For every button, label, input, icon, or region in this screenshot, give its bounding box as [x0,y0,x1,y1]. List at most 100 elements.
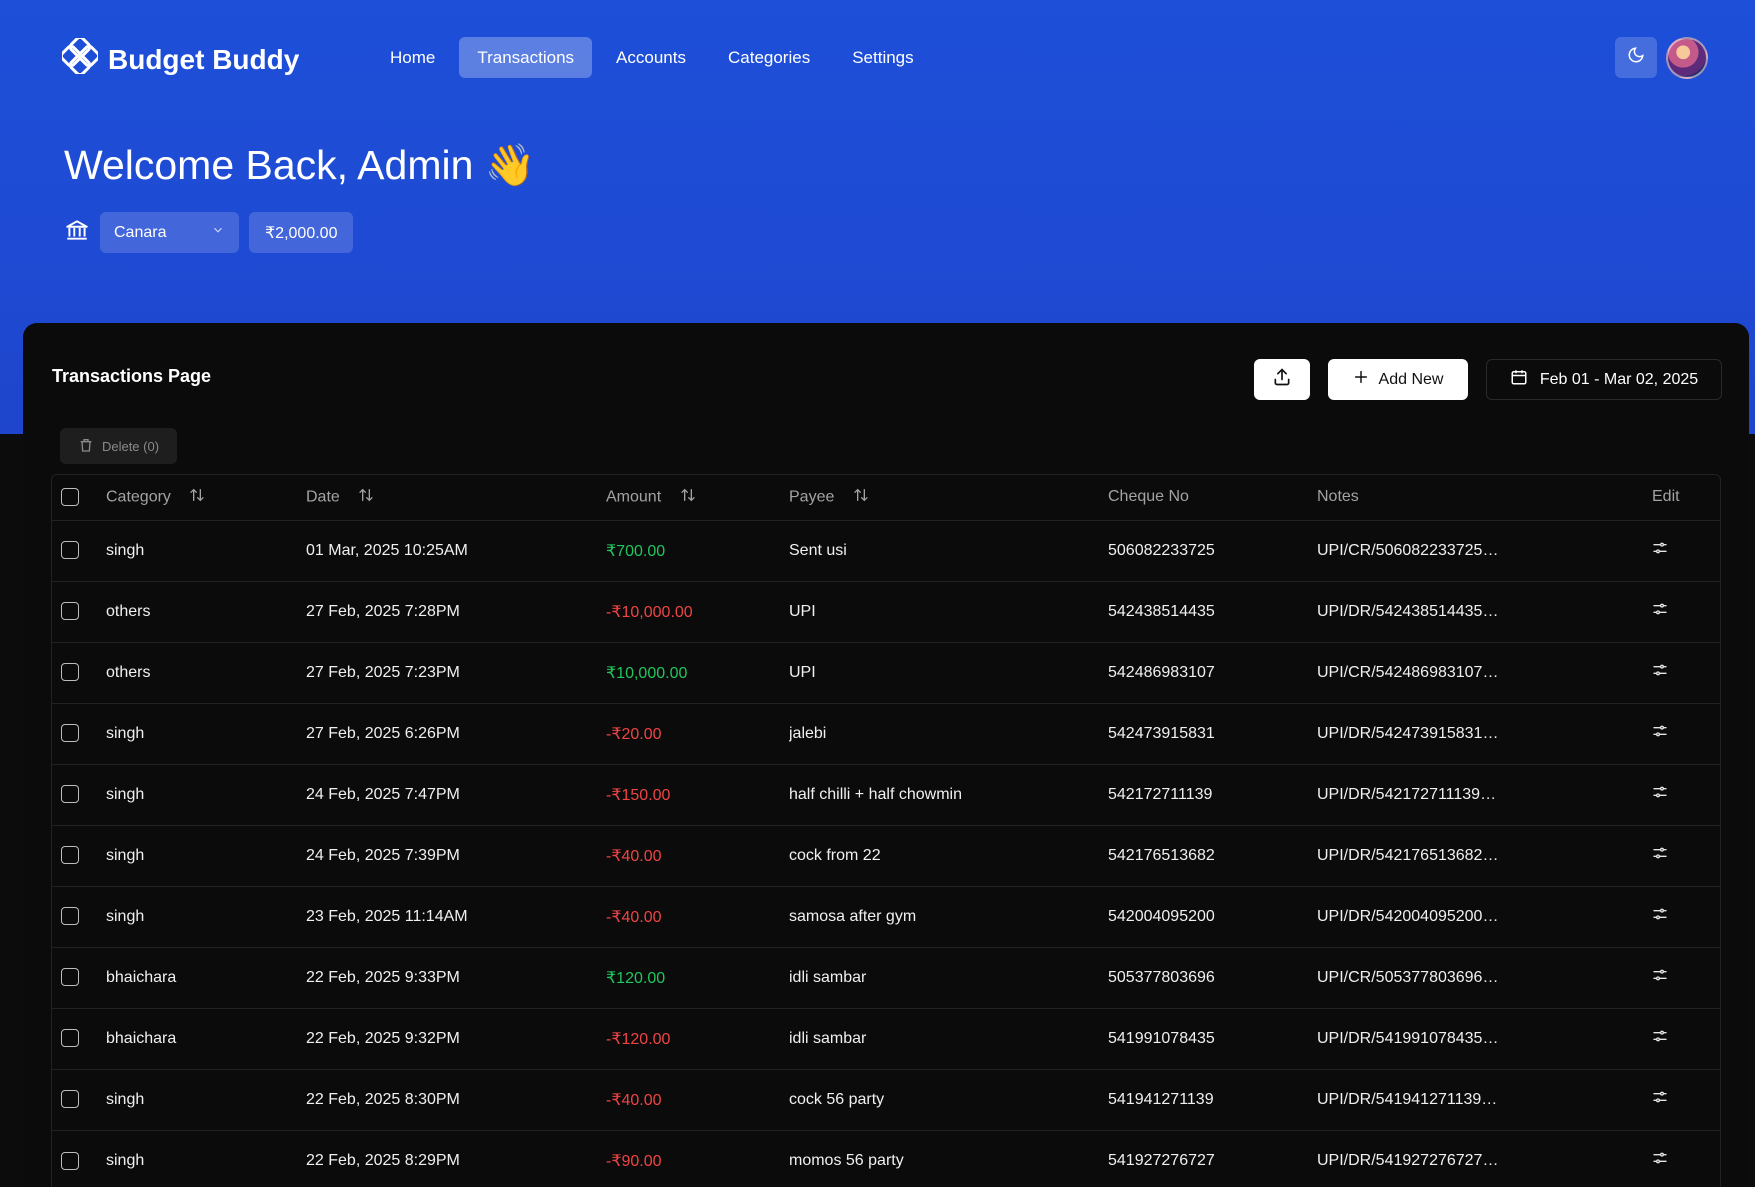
sort-icon[interactable] [853,487,869,508]
column-header-category[interactable]: Category [106,475,306,520]
cell-date: 27 Feb, 2025 7:28PM [306,580,606,642]
date-range-picker[interactable]: Feb 01 - Mar 02, 2025 [1486,359,1722,400]
transactions-table: Category Date Amount Payee Cheque No Not… [51,474,1721,1187]
cell-notes: UPI/DR/542176513682… [1317,824,1652,886]
account-balance: ₹2,000.00 [249,212,354,253]
cell-cheque: 541941271139 [1108,1068,1317,1130]
cell-cheque: 542438514435 [1108,580,1317,642]
cell-date: 27 Feb, 2025 6:26PM [306,702,606,764]
sort-icon[interactable] [680,487,696,508]
cell-amount: -₹90.00 [606,1129,789,1187]
cell-category: singh [106,702,306,764]
row-checkbox[interactable] [61,785,79,804]
row-checkbox[interactable] [61,663,79,682]
table-row[interactable]: others 27 Feb, 2025 7:28PM -₹10,000.00 U… [52,580,1720,642]
table-row[interactable]: singh 24 Feb, 2025 7:47PM -₹150.00 half … [52,763,1720,825]
row-checkbox[interactable] [61,907,79,926]
welcome-heading: Welcome Back, Admin 👋 [64,142,536,188]
add-new-button[interactable]: Add New [1328,359,1468,400]
column-header-amount[interactable]: Amount [606,475,789,520]
brand-name: Budget Buddy [108,43,300,75]
edit-sliders-icon[interactable] [1652,908,1668,926]
sort-icon[interactable] [358,487,374,508]
table-row[interactable]: bhaichara 22 Feb, 2025 9:33PM ₹120.00 id… [52,946,1720,1008]
table-row[interactable]: singh 22 Feb, 2025 8:29PM -₹90.00 momos … [52,1129,1720,1187]
cell-notes: UPI/DR/542438514435… [1317,580,1652,642]
cell-date: 22 Feb, 2025 9:32PM [306,1007,606,1069]
sort-icon[interactable] [189,487,205,508]
chevron-down-icon [211,223,225,242]
calendar-icon [1510,368,1528,391]
theme-toggle-button[interactable] [1615,37,1657,78]
nav-accounts[interactable]: Accounts [598,37,704,78]
cell-date: 27 Feb, 2025 7:23PM [306,641,606,703]
table-row[interactable]: singh 23 Feb, 2025 11:14AM -₹40.00 samos… [52,885,1720,947]
cell-date: 22 Feb, 2025 8:29PM [306,1129,606,1187]
cell-cheque: 542473915831 [1108,702,1317,764]
select-all-checkbox[interactable] [61,488,79,507]
row-checkbox[interactable] [61,602,79,621]
cell-amount: -₹10,000.00 [606,580,789,642]
cell-category: singh [106,885,306,947]
table-row[interactable]: singh 24 Feb, 2025 7:39PM -₹40.00 cock f… [52,824,1720,886]
cell-notes: UPI/DR/542172711139… [1317,763,1652,825]
column-header-date[interactable]: Date [306,475,606,520]
cell-notes: UPI/CR/506082233725… [1317,519,1652,581]
edit-sliders-icon[interactable] [1652,786,1668,804]
delete-button[interactable]: Delete (0) [60,428,177,464]
cell-notes: UPI/DR/542473915831… [1317,702,1652,764]
cell-amount: -₹20.00 [606,702,789,764]
cell-date: 24 Feb, 2025 7:47PM [306,763,606,825]
row-checkbox[interactable] [61,846,79,865]
cell-payee: Sent usi [789,519,1108,581]
nav-home[interactable]: Home [372,37,453,78]
cell-category: others [106,580,306,642]
edit-sliders-icon[interactable] [1652,969,1668,987]
row-checkbox[interactable] [61,1029,79,1048]
cell-date: 23 Feb, 2025 11:14AM [306,885,606,947]
cell-category: singh [106,1129,306,1187]
edit-sliders-icon[interactable] [1652,725,1668,743]
table-row[interactable]: singh 22 Feb, 2025 8:30PM -₹40.00 cock 5… [52,1068,1720,1130]
nav-transactions[interactable]: Transactions [459,37,593,78]
table-row[interactable]: others 27 Feb, 2025 7:23PM ₹10,000.00 UP… [52,641,1720,703]
cell-payee: jalebi [789,702,1108,764]
column-header-notes: Notes [1317,488,1359,506]
cell-cheque: 541991078435 [1108,1007,1317,1069]
cell-date: 22 Feb, 2025 9:33PM [306,946,606,1008]
edit-sliders-icon[interactable] [1652,1091,1668,1109]
row-checkbox[interactable] [61,541,79,560]
row-checkbox[interactable] [61,724,79,743]
table-row[interactable]: bhaichara 22 Feb, 2025 9:32PM -₹120.00 i… [52,1007,1720,1069]
brand[interactable]: Budget Buddy [59,35,300,81]
cell-amount: -₹40.00 [606,885,789,947]
cell-cheque: 542176513682 [1108,824,1317,886]
cell-category: bhaichara [106,1007,306,1069]
cell-date: 22 Feb, 2025 8:30PM [306,1068,606,1130]
table-row[interactable]: singh 01 Mar, 2025 10:25AM ₹700.00 Sent … [52,519,1720,581]
nav-categories[interactable]: Categories [710,37,828,78]
cell-cheque: 542486983107 [1108,641,1317,703]
edit-sliders-icon[interactable] [1652,847,1668,865]
account-select[interactable]: Canara [100,212,239,253]
nav-settings[interactable]: Settings [834,37,931,78]
edit-sliders-icon[interactable] [1652,1030,1668,1048]
edit-sliders-icon[interactable] [1652,664,1668,682]
cell-amount: ₹10,000.00 [606,641,789,703]
column-header-payee[interactable]: Payee [789,475,1108,520]
row-checkbox[interactable] [61,1090,79,1109]
delete-label: Delete (0) [101,438,160,454]
cell-category: singh [106,763,306,825]
row-checkbox[interactable] [61,1151,79,1170]
cell-payee: idli sambar [789,1007,1108,1069]
cell-payee: UPI [789,580,1108,642]
row-checkbox[interactable] [61,968,79,987]
table-row[interactable]: singh 27 Feb, 2025 6:26PM -₹20.00 jalebi… [52,702,1720,764]
export-button[interactable] [1254,359,1310,400]
edit-sliders-icon[interactable] [1652,542,1668,560]
user-avatar[interactable] [1666,37,1708,79]
cell-category: singh [106,824,306,886]
edit-sliders-icon[interactable] [1652,1152,1668,1170]
edit-sliders-icon[interactable] [1652,603,1668,621]
cell-cheque: 541927276727 [1108,1129,1317,1187]
